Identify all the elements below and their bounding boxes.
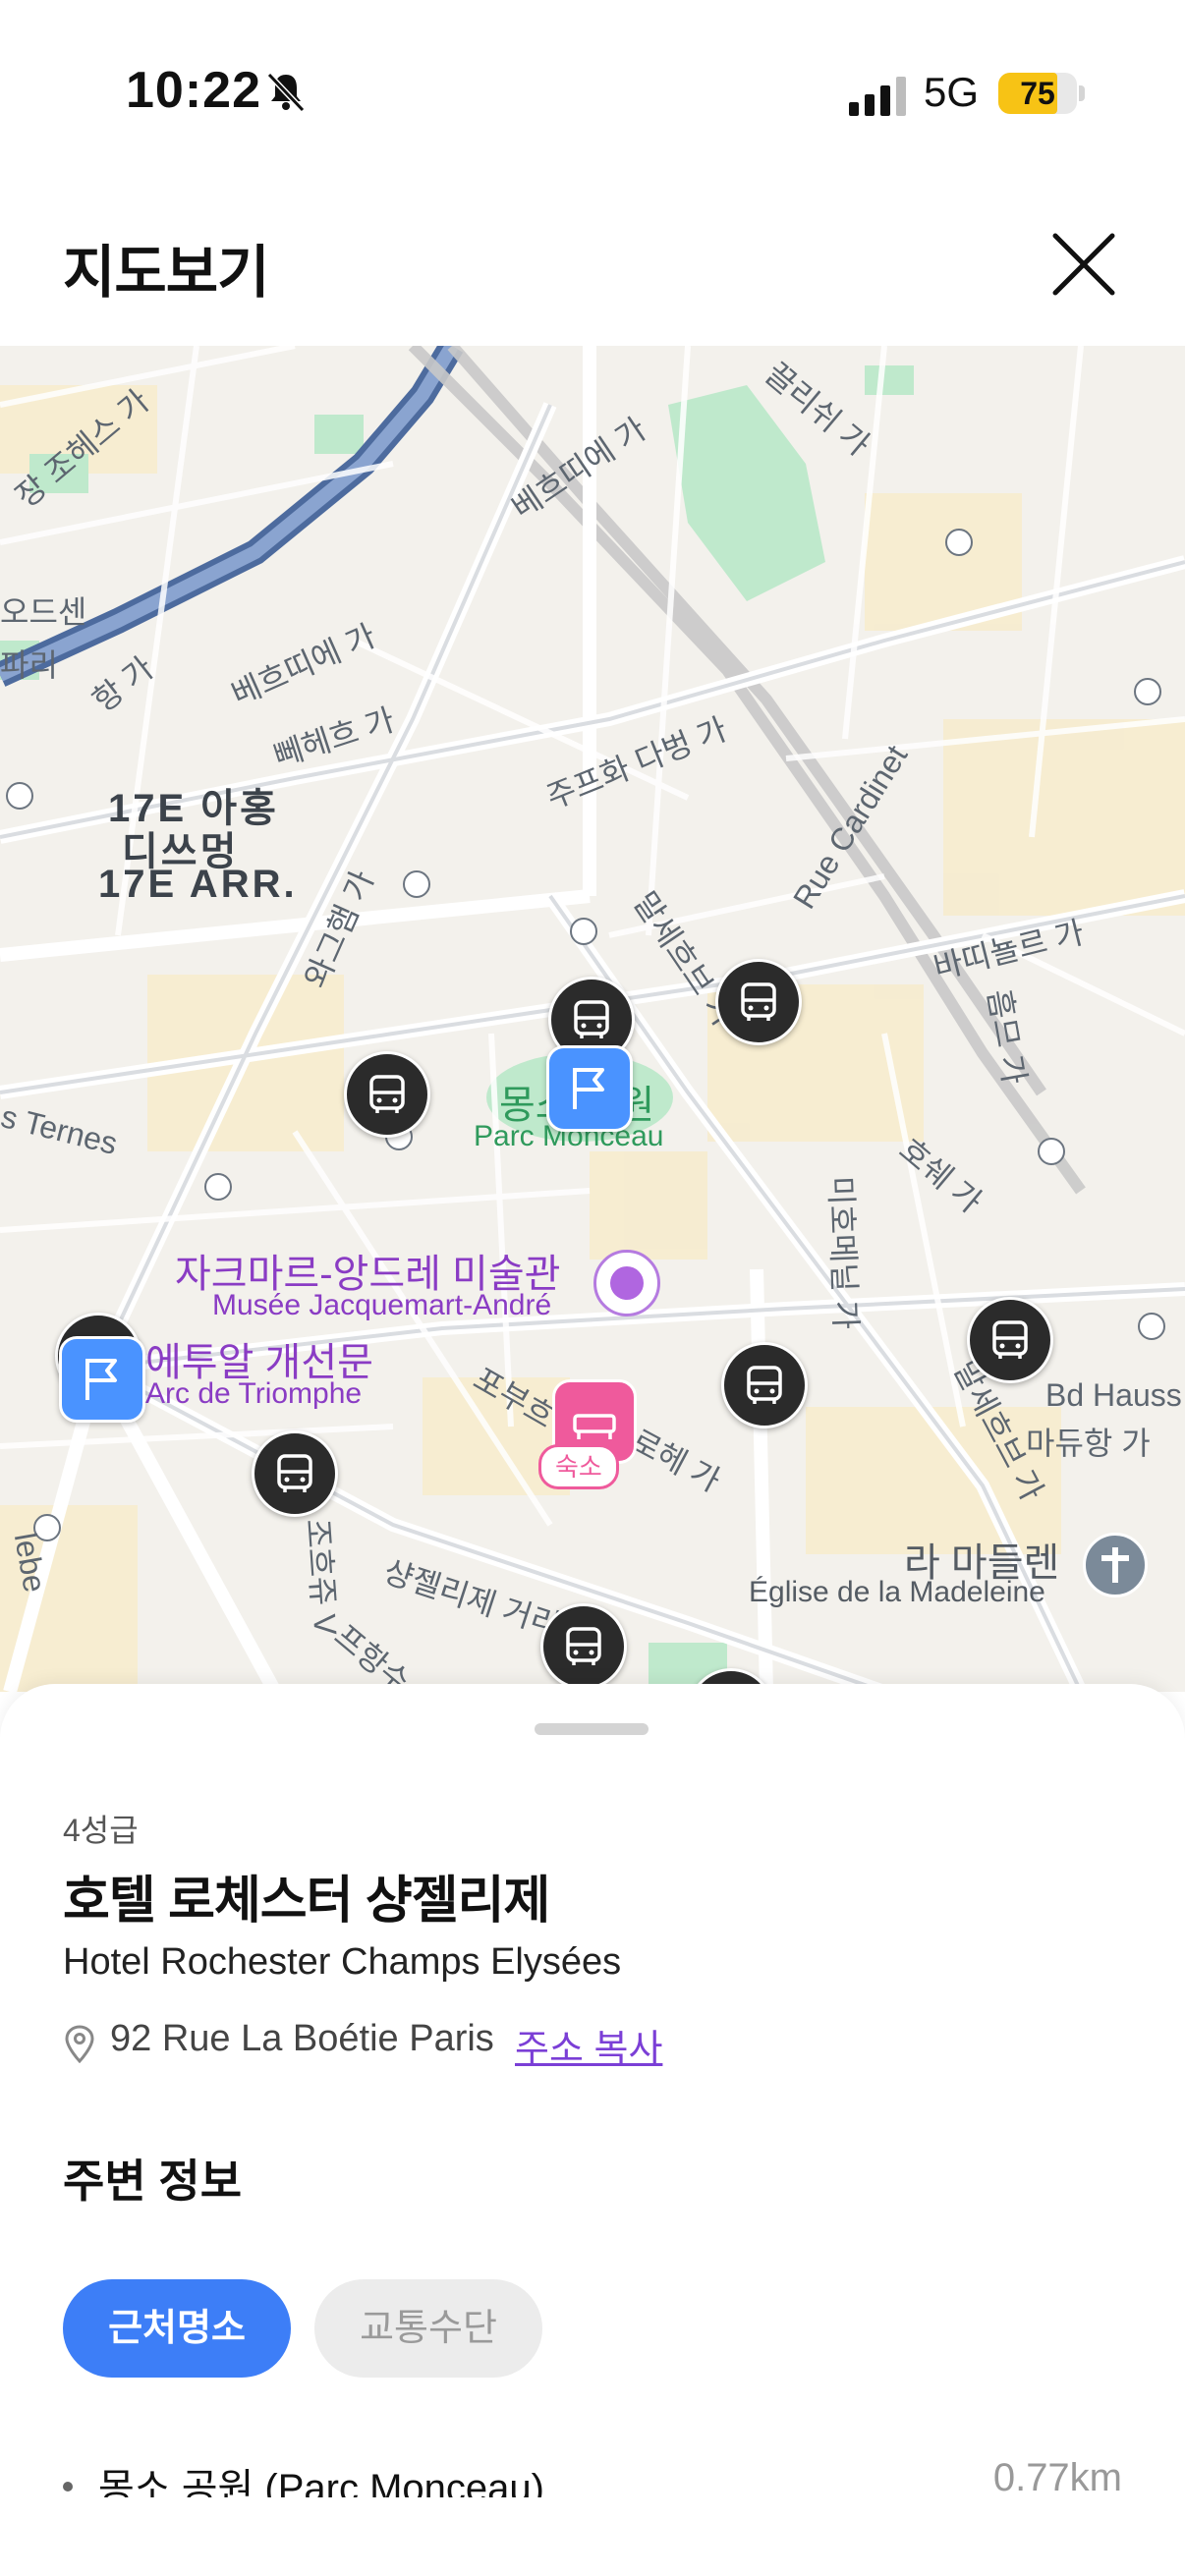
hotel-badge[interactable]: 숙소 xyxy=(538,1444,619,1489)
bottom-sheet: 4성급 호텔 로체스터 샹젤리제 Hotel Rochester Champs … xyxy=(0,1684,1185,2576)
battery-nub xyxy=(1079,85,1085,101)
street-label: Bd Hauss xyxy=(1045,1377,1182,1413)
street-label: 조흐쥬 V xyxy=(300,1517,344,1637)
bus-icon xyxy=(277,1454,312,1492)
district-label: 17E ARR. xyxy=(98,863,298,906)
location-pin-icon xyxy=(65,2025,94,2063)
sheet-drag-handle[interactable] xyxy=(535,1723,649,1735)
museum-sublabel: Musée Jacquemart-André xyxy=(212,1289,552,1321)
bus-icon xyxy=(741,982,776,1021)
status-bar: 10:22 5G 75 xyxy=(0,0,1185,187)
flag-icon xyxy=(85,1359,117,1400)
street-label: 미호메닐 가 xyxy=(822,1175,864,1330)
hotel-address: 92 Rue La Boétie Paris xyxy=(110,2018,494,2059)
bus-stop-marker[interactable] xyxy=(252,1430,338,1517)
copy-address-link[interactable]: 주소 복사 xyxy=(515,2018,662,2072)
map-view[interactable]: 17E 아홍 디쓰멍 17E ARR. 몽소 공원 Parc Monceau 자… xyxy=(0,346,1185,1692)
nearby-place-distance: 0.77km xyxy=(992,2456,1122,2497)
network-type: 5G xyxy=(924,69,980,115)
arc-sublabel: Arc de Triomphe xyxy=(145,1377,363,1410)
street-label: 파리 xyxy=(0,647,58,683)
bus-stop-marker[interactable] xyxy=(540,1603,627,1690)
battery-icon: 75 xyxy=(998,73,1077,114)
madeleine-sublabel: Église de la Madeleine xyxy=(749,1576,1045,1608)
hotel-name-korean: 호텔 로체스터 샹젤리제 xyxy=(63,1873,550,1930)
page-title: 지도보기 xyxy=(63,241,269,305)
nearby-place-name: 몽소 공원 (Parc Monceau) xyxy=(98,2467,544,2497)
tab-transportation[interactable]: 교통수단 xyxy=(314,2279,542,2378)
header: 지도보기 xyxy=(0,187,1185,346)
bus-stop-marker[interactable] xyxy=(344,1051,430,1138)
bus-icon xyxy=(369,1075,405,1113)
street-label: 마듀항 가 xyxy=(1026,1426,1151,1461)
museum-icon[interactable] xyxy=(593,1250,660,1316)
status-time: 10:22 xyxy=(126,62,261,119)
attraction-flag-marker[interactable] xyxy=(59,1336,145,1423)
hotel-bed-icon xyxy=(573,1414,616,1439)
attraction-flag-marker[interactable] xyxy=(546,1045,633,1132)
signal-icon xyxy=(849,77,906,116)
silent-bell-icon xyxy=(266,72,306,113)
bus-icon xyxy=(747,1366,782,1404)
nearby-list: 몽소 공원 (Parc Monceau) 0.77km xyxy=(0,2440,1185,2497)
hotel-name-english: Hotel Rochester Champs Elysées xyxy=(63,1941,622,1983)
bus-stop-marker[interactable] xyxy=(721,1342,808,1428)
hotel-grade: 4성급 xyxy=(63,1813,139,1848)
tab-nearby-attractions[interactable]: 근처명소 xyxy=(63,2279,291,2378)
bus-icon xyxy=(566,1627,601,1665)
list-item[interactable]: 몽소 공원 (Parc Monceau) 0.77km xyxy=(63,2456,1122,2497)
bus-icon xyxy=(992,1320,1028,1359)
bus-stop-marker[interactable] xyxy=(967,1297,1053,1383)
list-bullet xyxy=(63,2482,73,2492)
nearby-info-title: 주변 정보 xyxy=(63,2156,243,2207)
bus-icon xyxy=(574,1000,609,1038)
close-icon[interactable] xyxy=(1045,226,1122,303)
church-icon[interactable] xyxy=(1083,1533,1148,1597)
bus-stop-marker[interactable] xyxy=(715,959,802,1045)
flag-icon xyxy=(573,1068,604,1109)
battery-level: 75 xyxy=(1020,76,1055,111)
street-label: 오드센 xyxy=(0,594,87,630)
